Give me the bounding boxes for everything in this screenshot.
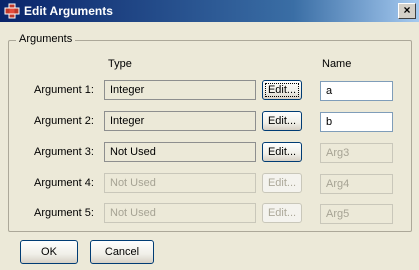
argument-2-type-field[interactable]: Integer	[104, 111, 256, 131]
argument-4-label: Argument 4:	[34, 177, 94, 189]
type-column-header: Type	[108, 58, 132, 70]
argument-5-type-field: Not Used	[104, 203, 256, 223]
window-title: Edit Arguments	[24, 4, 113, 18]
argument-1-label: Argument 1:	[34, 84, 94, 96]
app-window-icon	[4, 3, 20, 19]
argument-4-edit-button: Edit...	[262, 173, 302, 193]
argument-1-type-field[interactable]: Integer	[104, 80, 256, 100]
ok-button[interactable]: OK	[20, 240, 78, 264]
title-bar[interactable]: Edit Arguments ×	[0, 0, 419, 22]
argument-5-label: Argument 5:	[34, 207, 94, 219]
argument-3-label: Argument 3:	[34, 146, 94, 158]
argument-4-name-input: Arg4	[320, 174, 393, 194]
argument-2-edit-button[interactable]: Edit...	[262, 111, 302, 131]
argument-4-type-field: Not Used	[104, 173, 256, 193]
argument-5-name-input: Arg5	[320, 204, 393, 224]
argument-3-type-field[interactable]: Not Used	[104, 142, 256, 162]
argument-2-label: Argument 2:	[34, 115, 94, 127]
argument-3-edit-button[interactable]: Edit...	[262, 142, 302, 162]
argument-3-name-input: Arg3	[320, 143, 393, 163]
argument-5-edit-button: Edit...	[262, 203, 302, 223]
close-icon[interactable]: ×	[398, 3, 416, 19]
argument-1-edit-button[interactable]: Edit...	[262, 80, 302, 100]
arguments-group-label: Arguments	[16, 33, 76, 45]
name-column-header: Name	[322, 58, 352, 70]
argument-1-name-input[interactable]: a	[320, 81, 393, 101]
cancel-button[interactable]: Cancel	[90, 240, 154, 264]
argument-2-name-input[interactable]: b	[320, 112, 393, 132]
